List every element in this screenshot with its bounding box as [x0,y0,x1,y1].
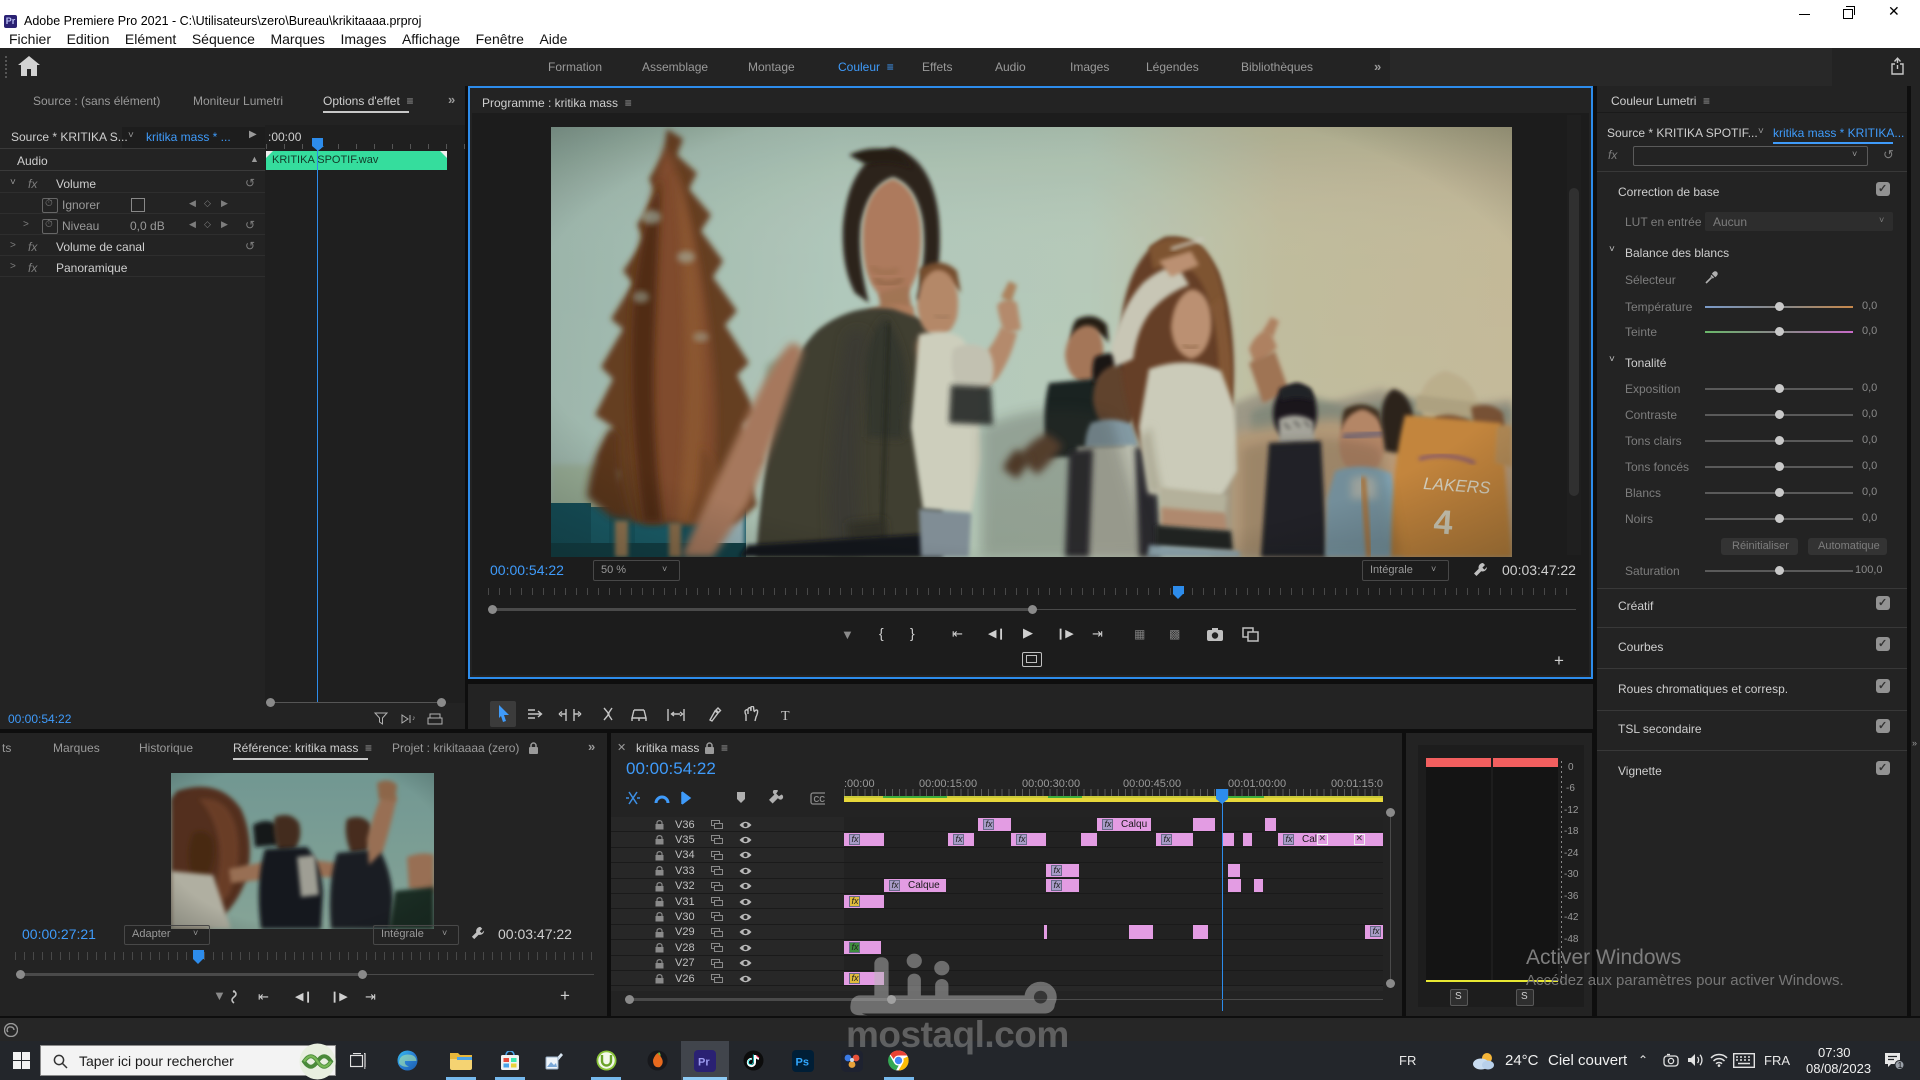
svg-text:♪: ♪ [412,715,416,722]
svg-text:Ps: Ps [796,1057,809,1069]
svg-text:1: 1 [1898,1060,1903,1070]
svg-text:Pr: Pr [698,1057,710,1069]
svg-text:T: T [781,709,790,724]
svg-text:CC: CC [814,795,826,804]
